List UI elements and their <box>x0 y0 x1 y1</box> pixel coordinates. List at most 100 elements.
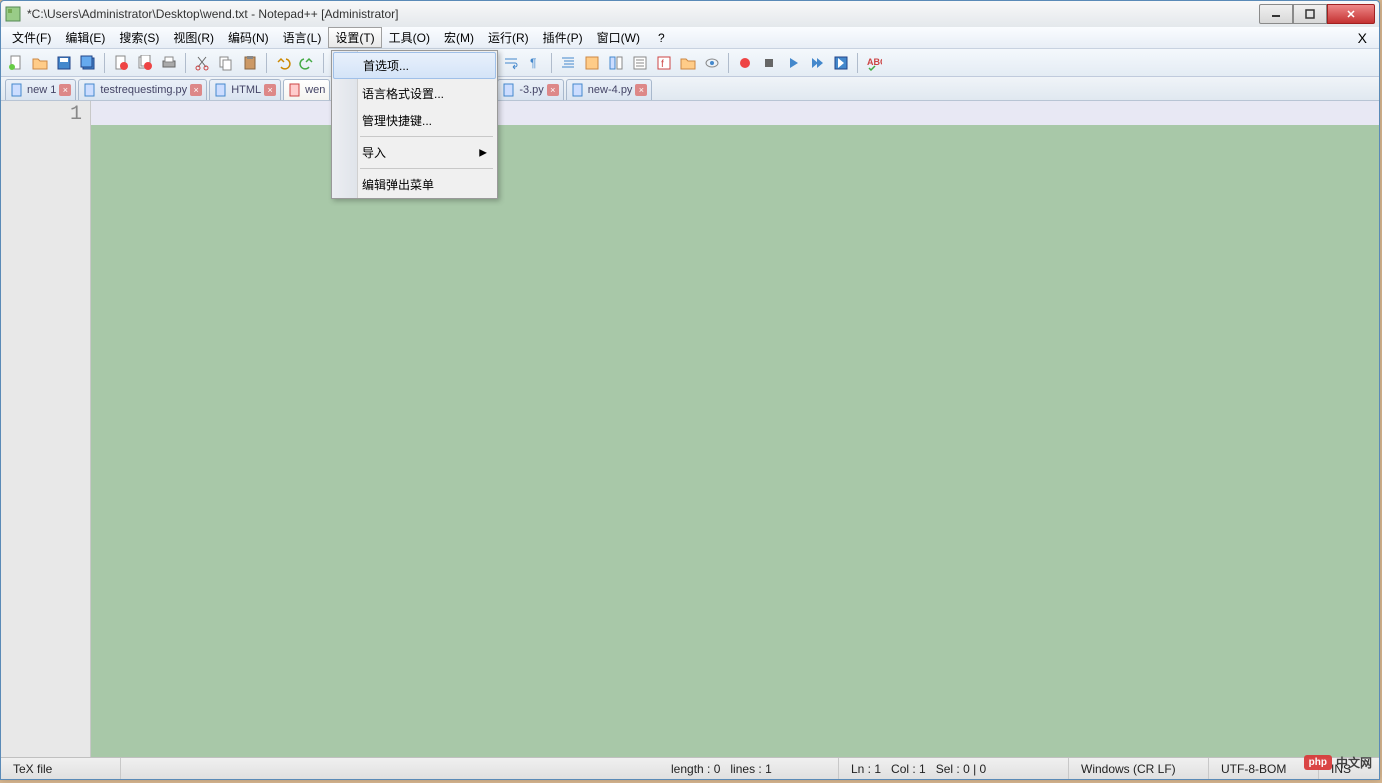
tab-label: wen <box>305 84 325 96</box>
dropdown-shortcut-mapper[interactable]: 管理快捷键... <box>332 107 497 134</box>
menu-file[interactable]: 文件(F) <box>5 27 58 48</box>
menu-plugins[interactable]: 插件(P) <box>536 27 590 48</box>
close-all-icon[interactable] <box>134 52 156 74</box>
save-macro-icon[interactable] <box>830 52 852 74</box>
menu-edit[interactable]: 编辑(E) <box>58 27 112 48</box>
folder-workspace-icon[interactable] <box>677 52 699 74</box>
tab-testrequest[interactable]: testrequestimg.py × <box>78 79 207 100</box>
toolbar-separator <box>323 53 324 73</box>
menu-view[interactable]: 视图(R) <box>166 27 221 48</box>
tab-close-icon[interactable]: × <box>190 84 202 96</box>
doc-map-icon[interactable] <box>605 52 627 74</box>
settings-dropdown: 首选项... 语言格式设置... 管理快捷键... 导入 ▶ 编辑弹出菜单 <box>331 50 498 199</box>
menu-search[interactable]: 搜索(S) <box>112 27 166 48</box>
status-ln: Ln : 1 <box>851 762 881 776</box>
line-number-gutter: 1 <box>1 101 91 757</box>
copy-icon[interactable] <box>215 52 237 74</box>
dropdown-separator <box>360 136 493 137</box>
print-icon[interactable] <box>158 52 180 74</box>
show-all-chars-icon[interactable]: ¶ <box>524 52 546 74</box>
wordwrap-icon[interactable] <box>500 52 522 74</box>
doc-list-icon[interactable] <box>629 52 651 74</box>
tab-label: new 1 <box>27 84 56 96</box>
menubar: 文件(F) 编辑(E) 搜索(S) 视图(R) 编码(N) 语言(L) 设置(T… <box>1 27 1379 49</box>
status-eol: Windows (CR LF) <box>1069 758 1209 779</box>
tab-3py[interactable]: -3.py × <box>497 79 563 100</box>
function-list-icon[interactable]: f <box>653 52 675 74</box>
dropdown-preferences[interactable]: 首选项... <box>333 52 496 79</box>
tab-label: new-4.py <box>588 84 633 96</box>
toolbar-separator <box>185 53 186 73</box>
redo-icon[interactable] <box>296 52 318 74</box>
status-col: Col : 1 <box>891 762 926 776</box>
svg-text:f: f <box>661 59 664 70</box>
menu-help[interactable]: ? <box>651 29 672 47</box>
dropdown-import-label: 导入 <box>362 146 386 160</box>
toolbar-separator <box>551 53 552 73</box>
record-macro-icon[interactable] <box>734 52 756 74</box>
close-button[interactable]: ✕ <box>1327 4 1375 24</box>
status-encoding: UTF-8-BOM <box>1209 758 1319 779</box>
new-file-icon[interactable] <box>5 52 27 74</box>
tab-close-icon[interactable]: × <box>264 84 276 96</box>
menu-tools[interactable]: 工具(O) <box>382 27 437 48</box>
close-file-icon[interactable] <box>110 52 132 74</box>
status-length: length : 0 <box>671 762 720 776</box>
dropdown-style-config[interactable]: 语言格式设置... <box>332 80 497 107</box>
menu-settings[interactable]: 设置(T) <box>328 27 381 48</box>
watermark: php 中文网 <box>1304 754 1372 771</box>
tab-label: HTML <box>231 84 261 96</box>
menu-macro[interactable]: 宏(M) <box>437 27 481 48</box>
tabbar: new 1 × testrequestimg.py × HTML × wen -… <box>1 77 1379 101</box>
text-editor[interactable] <box>91 101 1379 757</box>
play-multi-icon[interactable] <box>806 52 828 74</box>
toolbar-separator <box>266 53 267 73</box>
dropdown-import[interactable]: 导入 ▶ <box>332 139 497 166</box>
toolbar-separator <box>104 53 105 73</box>
tab-label: testrequestimg.py <box>100 84 187 96</box>
tab-wen[interactable]: wen <box>283 79 330 100</box>
paste-icon[interactable] <box>239 52 261 74</box>
tab-close-icon[interactable]: × <box>59 84 71 96</box>
status-file-type: TeX file <box>1 758 121 779</box>
toolbar: ¶ f ABC <box>1 49 1379 77</box>
current-line-highlight <box>91 101 1379 125</box>
cut-icon[interactable] <box>191 52 213 74</box>
stop-macro-icon[interactable] <box>758 52 780 74</box>
maximize-button[interactable] <box>1293 4 1327 24</box>
app-icon <box>5 6 21 22</box>
file-icon <box>571 83 585 97</box>
dropdown-edit-popup[interactable]: 编辑弹出菜单 <box>332 171 497 198</box>
user-lang-icon[interactable] <box>581 52 603 74</box>
spellcheck-icon[interactable]: ABC <box>863 52 885 74</box>
app-window: *C:\Users\Administrator\Desktop\wend.txt… <box>0 0 1380 780</box>
tab-close-icon[interactable]: × <box>547 84 559 96</box>
open-file-icon[interactable] <box>29 52 51 74</box>
tab-html[interactable]: HTML × <box>209 79 281 100</box>
titlebar: *C:\Users\Administrator\Desktop\wend.txt… <box>1 1 1379 27</box>
status-position: Ln : 1 Col : 1 Sel : 0 | 0 <box>839 758 1069 779</box>
play-macro-icon[interactable] <box>782 52 804 74</box>
menu-run[interactable]: 运行(R) <box>481 27 536 48</box>
menu-window[interactable]: 窗口(W) <box>590 27 647 48</box>
undo-icon[interactable] <box>272 52 294 74</box>
mdi-close-icon[interactable]: X <box>1350 28 1375 48</box>
indent-guide-icon[interactable] <box>557 52 579 74</box>
editor-area: 1 <box>1 101 1379 757</box>
file-icon <box>10 83 24 97</box>
statusbar: TeX file length : 0 lines : 1 Ln : 1 Col… <box>1 757 1379 779</box>
save-icon[interactable] <box>53 52 75 74</box>
monitoring-icon[interactable] <box>701 52 723 74</box>
tab-close-icon[interactable]: × <box>635 84 647 96</box>
tab-label: -3.py <box>519 84 543 96</box>
dropdown-separator <box>360 168 493 169</box>
menu-language[interactable]: 语言(L) <box>276 27 329 48</box>
menu-encoding[interactable]: 编码(N) <box>221 27 276 48</box>
file-icon <box>214 83 228 97</box>
toolbar-separator <box>857 53 858 73</box>
tab-new1[interactable]: new 1 × <box>5 79 76 100</box>
tab-new4[interactable]: new-4.py × <box>566 79 653 100</box>
save-all-icon[interactable] <box>77 52 99 74</box>
window-title: *C:\Users\Administrator\Desktop\wend.txt… <box>27 7 1259 21</box>
minimize-button[interactable] <box>1259 4 1293 24</box>
